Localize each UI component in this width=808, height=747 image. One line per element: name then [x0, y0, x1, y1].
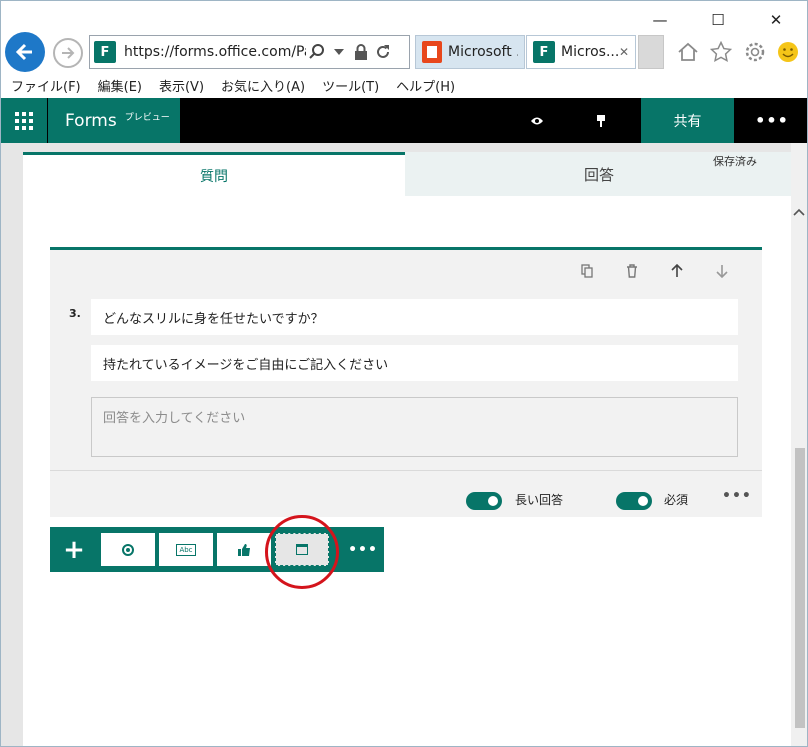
browser-tab-microsoft[interactable]: Microsoft ...: [415, 35, 525, 69]
back-button[interactable]: [5, 32, 45, 72]
feedback-smiley-icon[interactable]: [773, 37, 803, 67]
long-answer-toggle[interactable]: [466, 492, 502, 510]
app-launcher-waffle-icon[interactable]: [1, 98, 47, 143]
question-number: 3.: [69, 307, 81, 320]
tab-label: Microsoft ...: [448, 44, 518, 60]
menu-bar: ファイル(F) 編集(E) 表示(V) お気に入り(A) ツール(T) ヘルプ(…: [1, 72, 807, 98]
forward-button[interactable]: [53, 38, 83, 68]
add-question-button[interactable]: +: [50, 527, 98, 572]
save-status: 保存済み: [713, 155, 757, 168]
form-tabs: 質問 回答 保存済み: [23, 152, 791, 196]
search-icon[interactable]: [306, 41, 328, 63]
required-toggle[interactable]: [616, 492, 652, 510]
app-name: Forms: [65, 110, 117, 131]
scrollbar-thumb[interactable]: [795, 448, 805, 728]
forms-favicon-icon: F: [533, 41, 555, 63]
url-text[interactable]: https://forms.office.com/Pa: [124, 44, 306, 60]
preview-eye-icon[interactable]: [517, 98, 557, 143]
favorites-star-icon[interactable]: [706, 37, 736, 67]
close-tab-icon[interactable]: ✕: [619, 45, 629, 59]
home-icon[interactable]: [673, 37, 703, 67]
office-icon: [422, 41, 442, 63]
form-canvas: 質問 回答 保存済み 3. どんなスリルに身を任せたいですか？ 持たれているイメ…: [1, 143, 791, 746]
question-more-button[interactable]: •••: [722, 488, 752, 504]
delete-icon[interactable]: [609, 264, 654, 282]
menu-file[interactable]: ファイル(F): [11, 76, 81, 95]
vertical-scrollbar[interactable]: [791, 143, 807, 746]
move-down-icon[interactable]: [699, 264, 744, 282]
lock-icon[interactable]: [350, 41, 372, 63]
question-footer: 長い回答 必須 •••: [50, 470, 762, 520]
header-more-button[interactable]: •••: [751, 98, 793, 143]
menu-help[interactable]: ヘルプ(H): [396, 76, 455, 95]
forms-header: Forms プレビュー 共有 •••: [1, 98, 807, 143]
question-subtitle-input[interactable]: 持たれているイメージをご自由にご記入ください: [91, 345, 738, 381]
answer-preview-field: 回答を入力してください: [91, 397, 738, 457]
minimize-button[interactable]: —: [637, 7, 683, 33]
scroll-up-icon[interactable]: [793, 205, 805, 219]
arrow-right-icon: [62, 47, 75, 59]
menu-edit[interactable]: 編集(E): [98, 76, 142, 95]
tab-questions[interactable]: 質問: [23, 152, 405, 196]
text-abc-icon: Abc: [176, 543, 196, 556]
menu-tools[interactable]: ツール(T): [322, 76, 379, 95]
menu-view[interactable]: 表示(V): [159, 76, 204, 95]
radio-choice-icon: [122, 543, 134, 556]
thumb-rating-icon: [238, 543, 250, 556]
question-title-input[interactable]: どんなスリルに身を任せたいですか？: [91, 299, 738, 335]
close-window-button[interactable]: ✕: [753, 7, 799, 33]
question-card[interactable]: 3. どんなスリルに身を任せたいですか？ 持たれているイメージをご自由にご記入く…: [50, 247, 762, 517]
copy-icon[interactable]: [564, 264, 609, 282]
address-bar[interactable]: F https://forms.office.com/Pa: [89, 35, 410, 69]
add-choice-button[interactable]: [101, 533, 155, 566]
browser-tab-forms[interactable]: F Micros... ✕: [526, 35, 636, 69]
theme-brush-icon[interactable]: [581, 98, 621, 143]
dropdown-icon[interactable]: [328, 41, 350, 63]
share-button[interactable]: 共有: [641, 98, 734, 143]
new-tab-button[interactable]: [638, 35, 664, 69]
highlight-circle-annotation: [265, 515, 339, 589]
refresh-icon[interactable]: [372, 41, 394, 63]
settings-gear-icon[interactable]: [740, 37, 770, 67]
app-brand[interactable]: Forms プレビュー: [48, 98, 180, 143]
form-sheet: 質問 回答 保存済み 3. どんなスリルに身を任せたいですか？ 持たれているイメ…: [23, 152, 791, 746]
add-rating-button[interactable]: [217, 533, 271, 566]
browser-window: — ☐ ✕ F https://forms.office.com/Pa Micr…: [0, 0, 808, 747]
long-answer-label: 長い回答: [515, 493, 564, 507]
arrow-left-icon: [15, 43, 32, 61]
add-text-button[interactable]: Abc: [159, 533, 213, 566]
maximize-button[interactable]: ☐: [695, 7, 741, 33]
add-more-button[interactable]: •••: [345, 527, 381, 572]
question-toolbar: [564, 263, 744, 282]
move-up-icon[interactable]: [654, 263, 699, 282]
preview-badge: プレビュー: [124, 113, 170, 123]
tab-label: Micros...: [561, 44, 619, 60]
menu-favorites[interactable]: お気に入り(A): [221, 76, 305, 95]
required-label: 必須: [664, 493, 689, 507]
forms-favicon-icon: F: [94, 41, 116, 63]
